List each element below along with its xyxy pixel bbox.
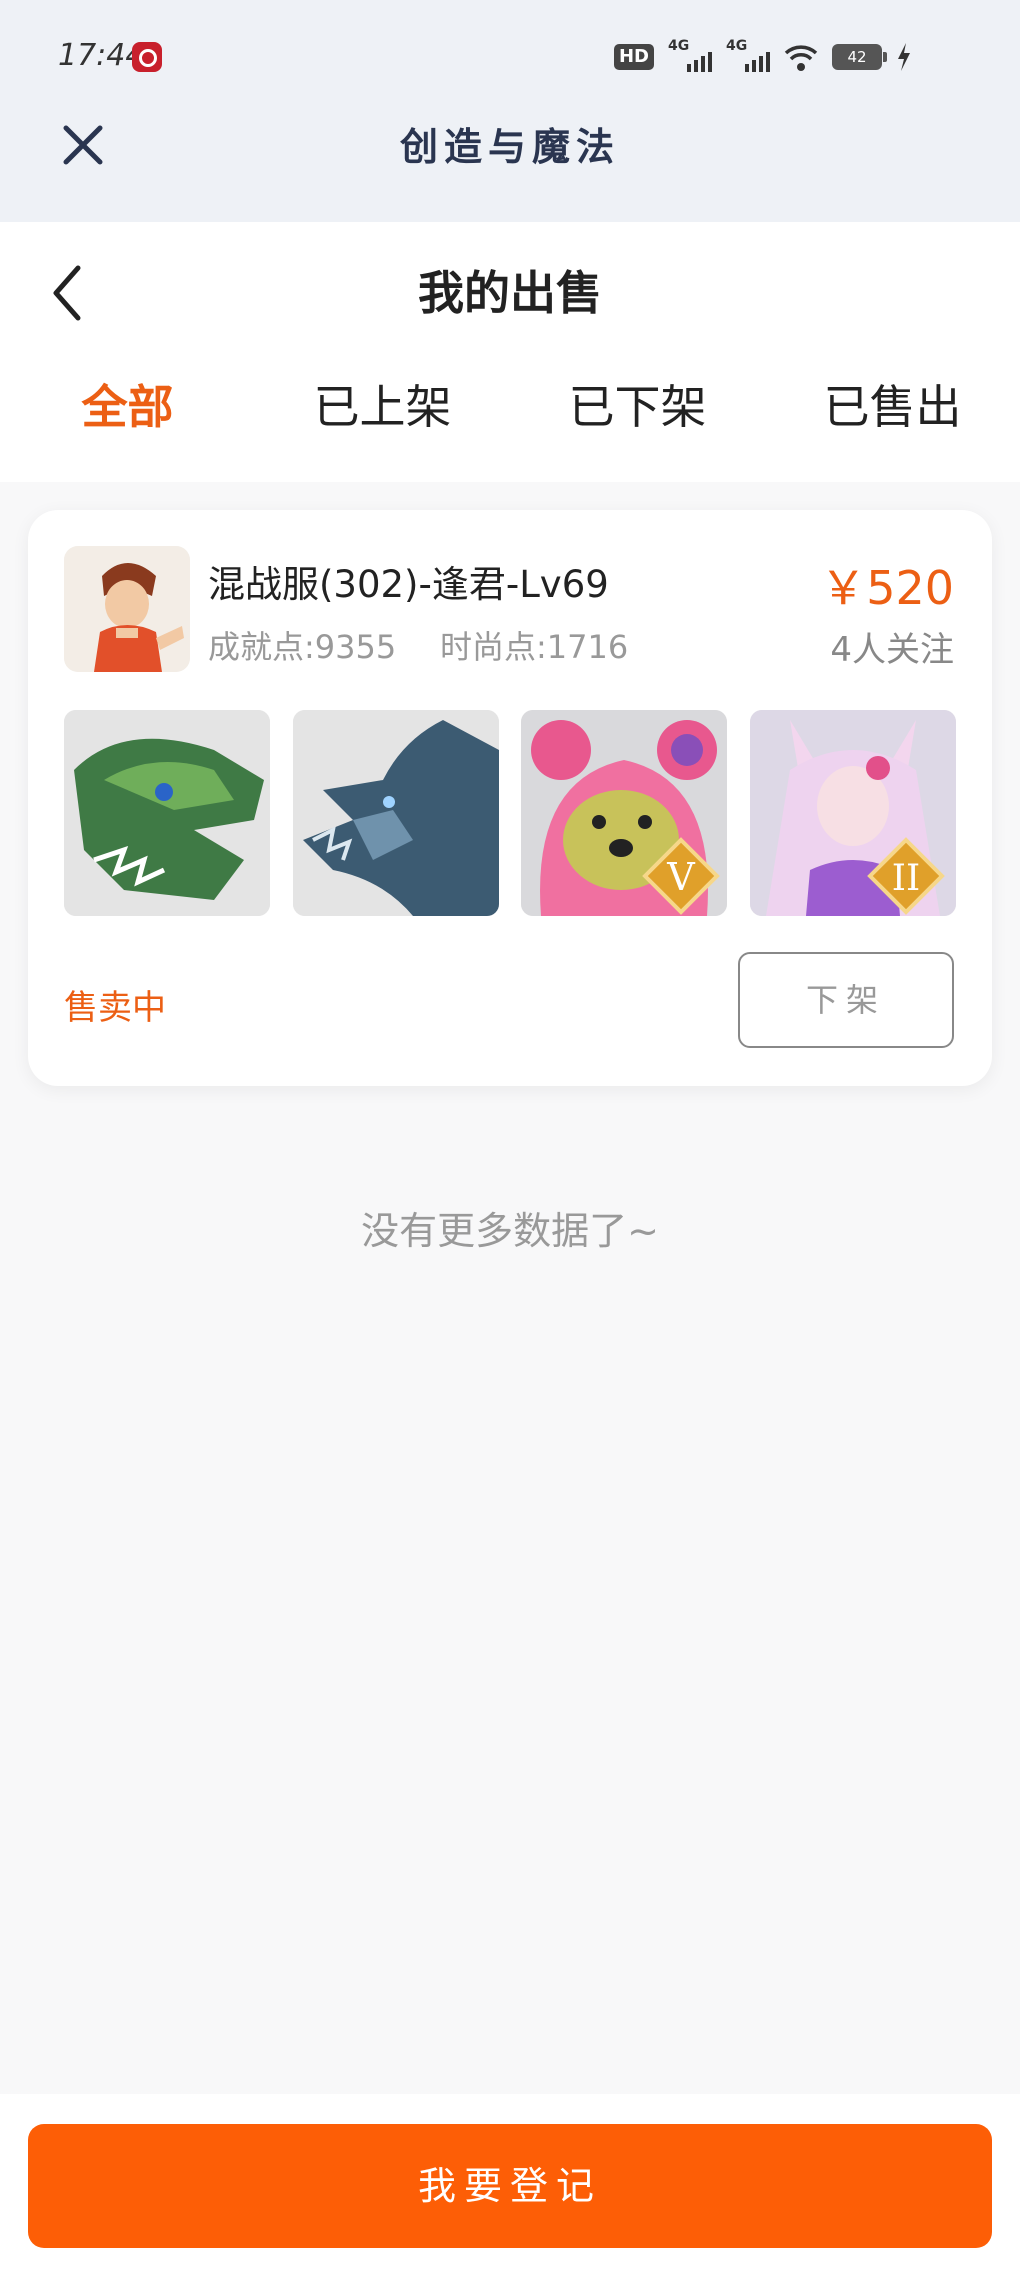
bottom-bar: 我要登记 [0,2094,1020,2274]
charging-icon [898,43,910,71]
no-more-data-text: 没有更多数据了~ [361,1209,659,1253]
wifi-icon [784,45,818,71]
svg-text:V: V [667,855,696,899]
pink-bear-thumbnail[interactable]: V [521,710,728,916]
app-header: 17:44 HD 4G 4G 42 创造与魔法 [0,0,1020,222]
svg-text:II: II [892,858,920,899]
page-title: 我的出售 [418,266,602,320]
blue-dragon-thumbnail[interactable] [292,710,499,916]
status-icons: HD 4G 4G 42 [613,38,912,74]
sale-status: 售卖中 [64,988,166,1028]
listing-price: ￥520 [820,561,954,615]
tab-all[interactable]: 全部 [0,362,255,452]
listing-card[interactable]: 混战服(302)-逢君-Lv69 成就点:9355 时尚点:1716 ￥520 … [28,510,992,1086]
character-avatar [64,546,190,672]
listing-title: 混战服(302)-逢君-Lv69 [208,563,609,606]
achievement-points: 成就点:9355 [208,628,397,666]
delist-button[interactable]: 下架 [738,952,954,1048]
signal-icon: 4G [668,38,712,72]
signal-icon-2: 4G [726,38,770,72]
fashion-points: 时尚点:1716 [440,628,629,666]
tab-sold[interactable]: 已售出 [765,362,1020,452]
tab-delisted[interactable]: 已下架 [510,362,765,452]
register-button[interactable]: 我要登记 [28,2124,992,2248]
green-dragon-thumbnail[interactable] [64,710,270,916]
hd-icon: HD [613,44,654,70]
follower-count: 4人关注 [830,630,954,670]
tab-listed[interactable]: 已上架 [255,362,510,452]
page-header: 我的出售 全部 已上架 已下架 已售出 [0,222,1020,482]
tab-bar: 全部 已上架 已下架 已售出 [0,362,1020,452]
app-title: 创造与魔法 [399,124,620,169]
netease-music-icon [132,42,162,72]
item-thumbnails: V II [64,710,956,916]
fox-girl-thumbnail[interactable]: II [749,710,956,916]
battery-icon: 42 [832,44,887,70]
